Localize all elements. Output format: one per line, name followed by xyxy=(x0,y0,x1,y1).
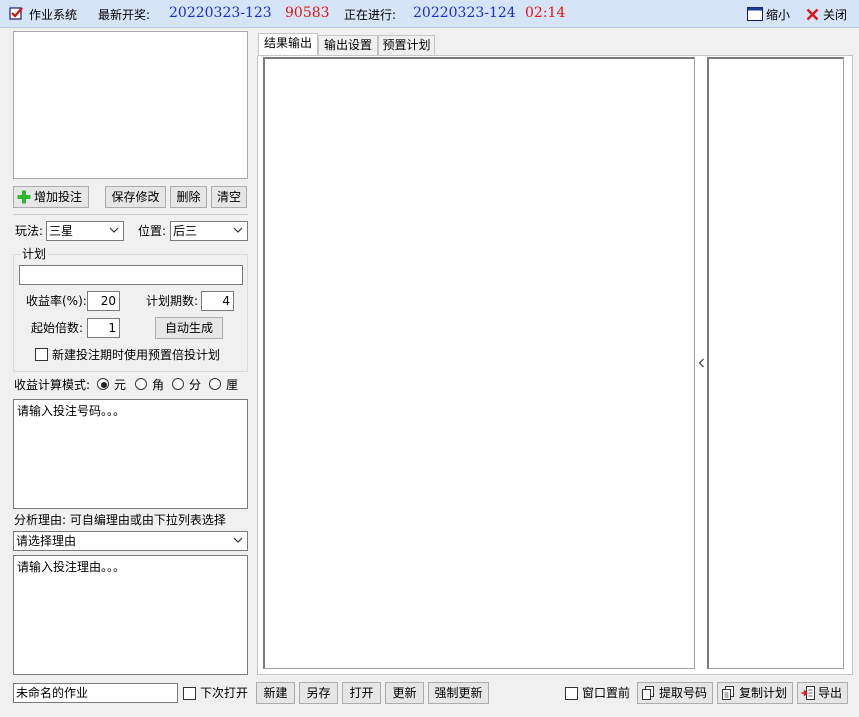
close-label: 关闭 xyxy=(823,8,848,22)
start-multiplier-input[interactable]: 1 xyxy=(87,318,120,338)
countdown: 02:14 xyxy=(525,5,566,21)
app-title: 作业系统 xyxy=(29,8,78,22)
divider xyxy=(13,214,248,215)
latest-number: 90583 xyxy=(285,5,330,21)
add-bet-button[interactable]: 增加投注 xyxy=(13,186,89,208)
tab-result-output[interactable]: 结果输出 xyxy=(258,33,318,56)
minimize-label: 缩小 xyxy=(766,8,791,22)
collapse-arrow-icon[interactable] xyxy=(698,358,705,368)
reason-textarea[interactable]: 请输入投注理由。。。 xyxy=(13,555,248,675)
plan-input[interactable] xyxy=(19,265,243,285)
tab-preset-plan[interactable]: 预置计划 xyxy=(378,35,435,56)
position-label: 位置: xyxy=(138,224,167,238)
plan-periods-label: 计划期数: xyxy=(146,294,199,308)
reason-placeholder: 请输入投注理由。。。 xyxy=(17,560,126,574)
radio-li-label: 厘 xyxy=(226,378,239,392)
force-update-button[interactable]: 强制更新 xyxy=(428,682,489,704)
yield-label: 收益率(%): xyxy=(26,294,87,308)
document-copy-icon xyxy=(722,686,734,700)
yield-input[interactable]: 20 xyxy=(87,291,120,311)
latest-draw-label: 最新开奖: xyxy=(98,8,151,22)
update-button[interactable]: 更新 xyxy=(385,682,424,704)
latest-period: 20220323-123 xyxy=(169,5,272,21)
export-label: 导出 xyxy=(818,686,843,700)
open-button[interactable]: 打开 xyxy=(342,682,381,704)
window-topmost-checkbox[interactable] xyxy=(565,687,578,700)
window-minimize-icon xyxy=(747,7,763,21)
bet-list[interactable] xyxy=(13,31,248,179)
radio-li[interactable] xyxy=(209,378,221,390)
play-mode-select[interactable]: 三星 xyxy=(46,221,124,241)
clear-button[interactable]: 清空 xyxy=(211,186,247,208)
chevron-down-icon xyxy=(233,227,243,233)
plan-periods-input[interactable]: 4 xyxy=(201,291,234,311)
minimize-button[interactable]: 缩小 xyxy=(747,5,795,23)
export-icon xyxy=(801,686,815,700)
open-next-label: 下次打开 xyxy=(200,686,249,700)
chevron-down-icon xyxy=(109,227,119,233)
reason-select-value: 请选择理由 xyxy=(16,534,77,548)
reason-select[interactable]: 请选择理由 xyxy=(13,531,248,551)
auto-generate-button[interactable]: 自动生成 xyxy=(155,317,223,339)
export-button[interactable]: 导出 xyxy=(797,682,848,704)
delete-button[interactable]: 删除 xyxy=(170,186,207,208)
plan-group-label: 计划 xyxy=(20,246,49,262)
position-select[interactable]: 后三 xyxy=(170,221,248,241)
play-mode-label: 玩法: xyxy=(15,224,44,238)
radio-fen-label: 分 xyxy=(189,378,202,392)
copy-icon xyxy=(642,686,654,700)
radio-fen[interactable] xyxy=(172,378,184,390)
add-bet-label: 增加投注 xyxy=(34,190,83,204)
bet-numbers-textarea[interactable]: 请输入投注号码。。。 xyxy=(13,399,248,509)
use-preset-label: 新建投注期时使用预置倍投计划 xyxy=(52,348,221,362)
plus-icon xyxy=(17,190,31,204)
copy-plan-button[interactable]: 复制计划 xyxy=(717,682,793,704)
chevron-down-icon xyxy=(233,537,243,543)
start-multiplier-label: 起始倍数: xyxy=(31,321,84,335)
bet-numbers-placeholder: 请输入投注号码。。。 xyxy=(17,404,126,418)
current-period: 20220323-124 xyxy=(413,5,516,21)
checkbox-app-icon xyxy=(9,7,23,20)
job-name-input[interactable]: 未命名的作业 xyxy=(13,683,178,703)
reason-label: 分析理由: 可自编理由或由下拉列表选择 xyxy=(14,513,226,527)
position-value: 后三 xyxy=(173,224,198,238)
save-changes-button[interactable]: 保存修改 xyxy=(105,186,166,208)
play-mode-value: 三星 xyxy=(49,224,74,238)
profit-mode-label: 收益计算模式: xyxy=(14,378,91,392)
use-preset-checkbox[interactable] xyxy=(35,348,48,361)
radio-jiao[interactable] xyxy=(135,378,147,390)
close-icon xyxy=(806,8,819,21)
window-topmost-label: 窗口置前 xyxy=(582,686,631,700)
extract-numbers-label: 提取号码 xyxy=(659,686,708,700)
title-bar: 作业系统 最新开奖: 20220323-123 90583 正在进行: 2022… xyxy=(0,0,859,28)
radio-yuan-label: 元 xyxy=(114,378,127,392)
radio-yuan[interactable] xyxy=(97,378,109,390)
open-next-checkbox[interactable] xyxy=(183,687,196,700)
close-button[interactable]: 关闭 xyxy=(806,5,852,23)
result-output-pane[interactable] xyxy=(263,57,695,669)
tab-output-settings[interactable]: 输出设置 xyxy=(318,35,378,56)
radio-jiao-label: 角 xyxy=(152,378,165,392)
save-as-button[interactable]: 另存 xyxy=(299,682,338,704)
new-button[interactable]: 新建 xyxy=(256,682,295,704)
copy-plan-label: 复制计划 xyxy=(739,686,788,700)
extract-numbers-button[interactable]: 提取号码 xyxy=(637,682,713,704)
side-output-pane[interactable] xyxy=(707,57,844,669)
current-draw-label: 正在进行: xyxy=(344,8,397,22)
